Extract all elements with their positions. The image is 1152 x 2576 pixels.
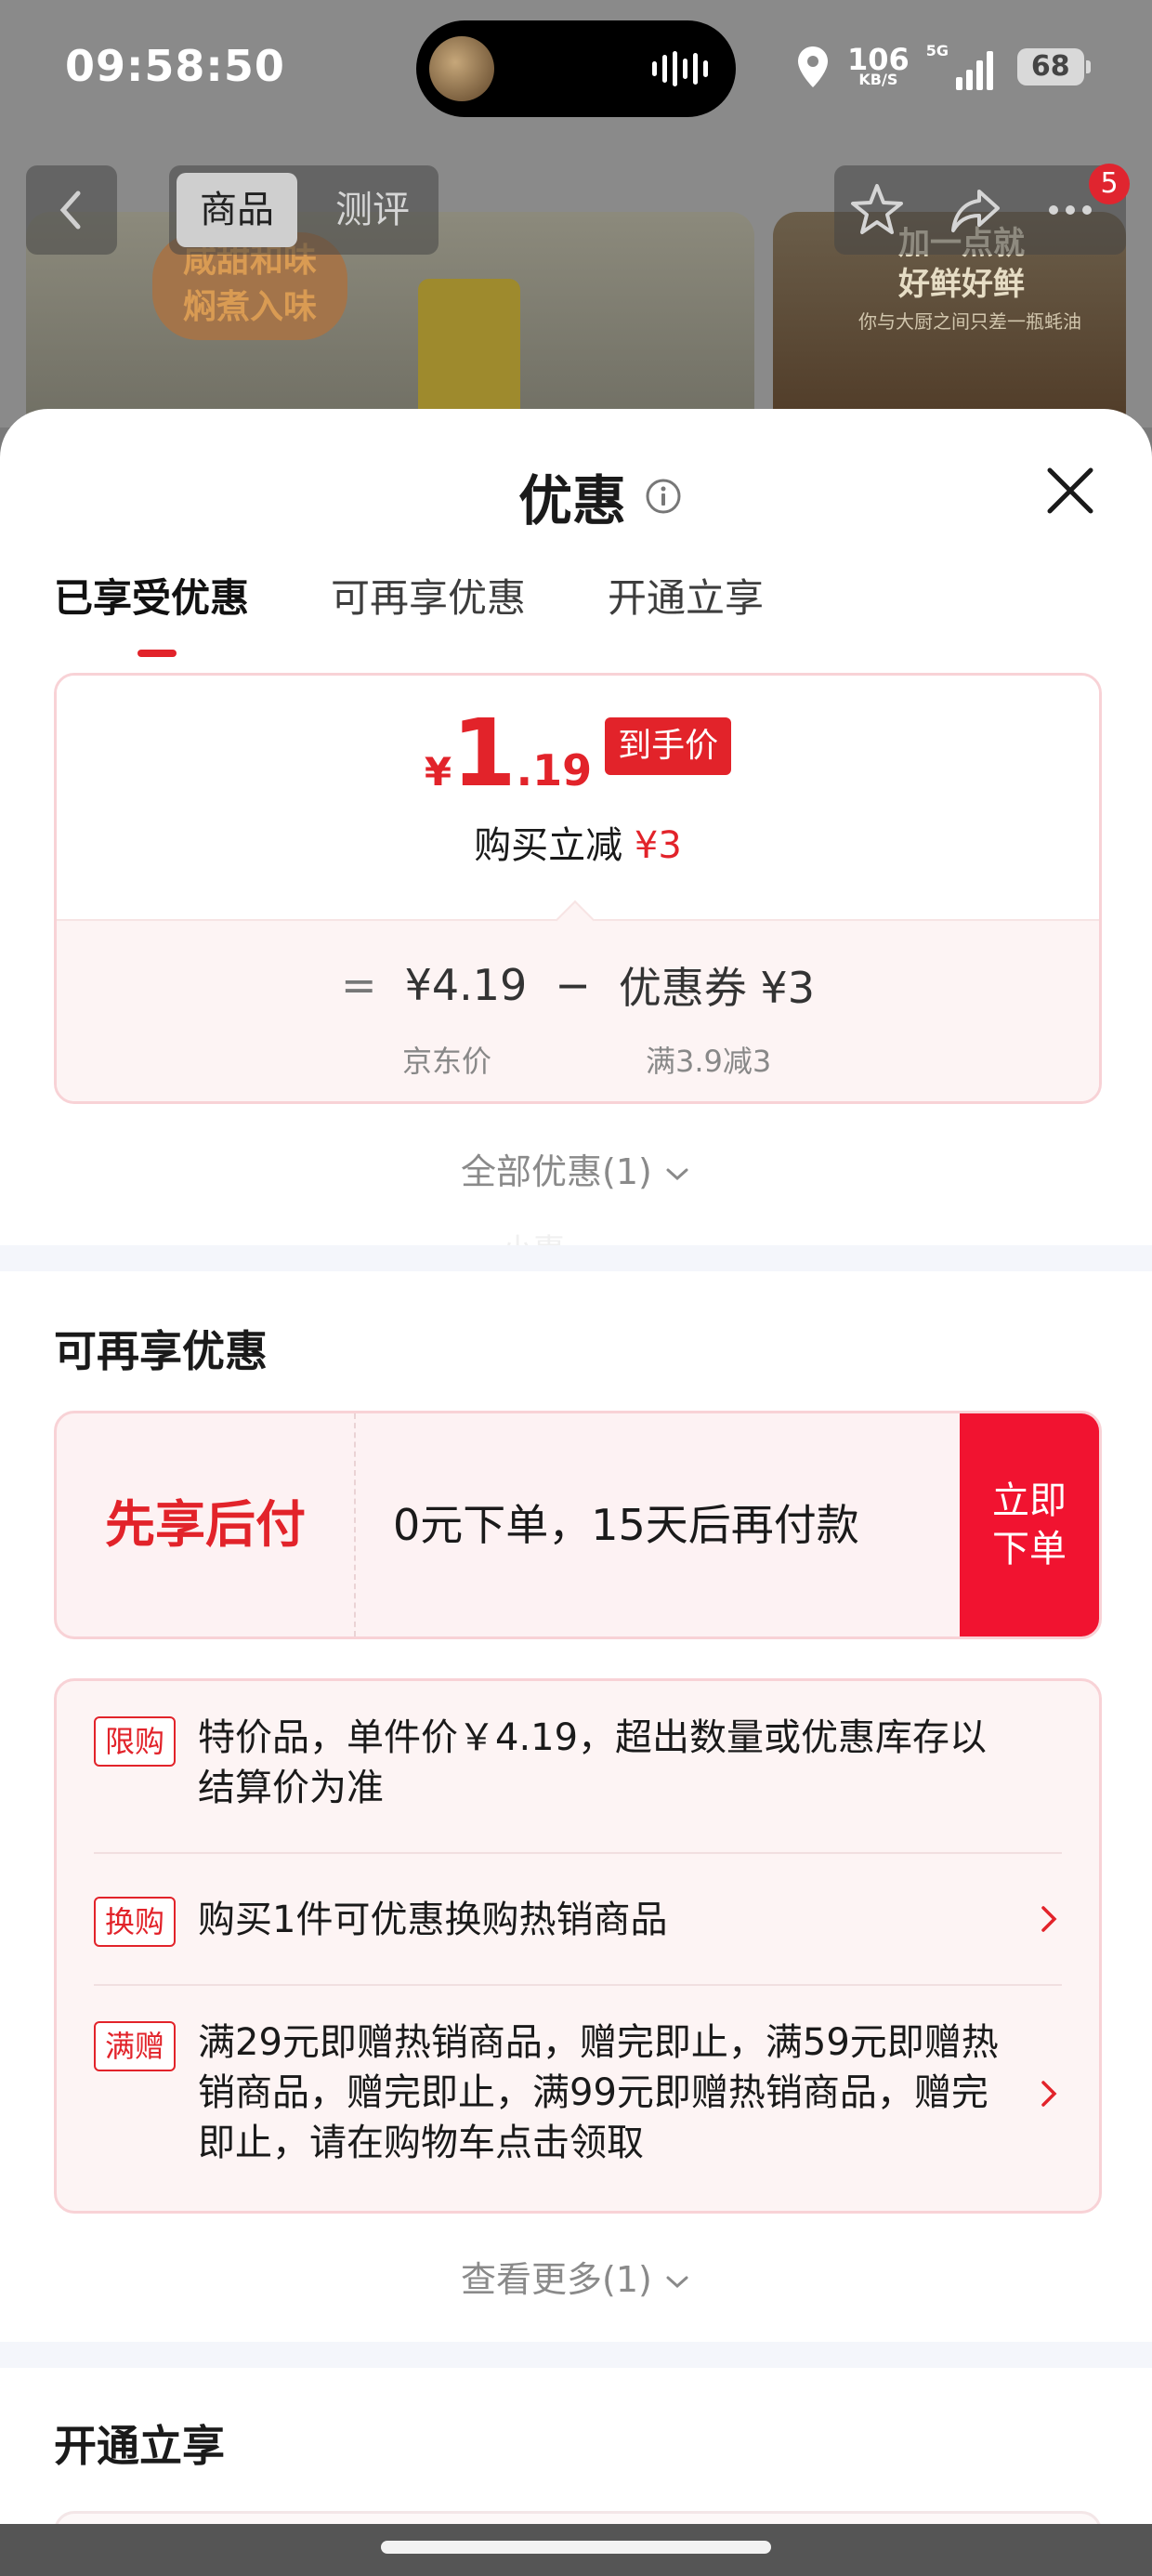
home-indicator[interactable]: [381, 2541, 771, 2554]
promo-tag: 限购: [94, 1716, 177, 1767]
save-line: 购买立减 ¥3: [57, 815, 1099, 869]
battery-icon: 68: [1016, 48, 1091, 85]
promo-row-exchange[interactable]: 换购 购买1件可优惠换购热销商品: [57, 1854, 1099, 1984]
open-offers-title: 开通立享: [54, 2421, 225, 2471]
section-divider: [0, 2342, 1152, 2368]
sheet-header: 优惠: [518, 457, 682, 535]
price-decimal: .19: [516, 745, 593, 795]
final-price: ¥ 1 .19 到手价: [57, 707, 1099, 800]
chevron-down-icon: [666, 2276, 688, 2288]
promotions-card: 限购 特价品，单件价￥4.19，超出数量或优惠库存以结算价为准 换购 购买1件可…: [54, 1678, 1102, 2214]
price-card: ¥ 1 .19 到手价 购买立减 ¥3 = ¥4.19 − 优惠券 ¥3 京东价…: [54, 673, 1102, 1104]
bnpl-title: 先享后付: [57, 1413, 356, 1636]
info-icon[interactable]: [645, 478, 682, 515]
save-amount: ¥3: [634, 824, 682, 867]
tab-review[interactable]: 测评: [321, 173, 424, 247]
back-button[interactable]: [26, 165, 117, 255]
final-price-tag: 到手价: [605, 717, 732, 775]
all-offers-link[interactable]: 全部优惠(1): [0, 1143, 1152, 1194]
signal-icon: 5G: [926, 42, 1001, 90]
bottle-image: [418, 279, 520, 427]
price-breakdown: = ¥4.19 − 优惠券 ¥3 京东价 满3.9减3: [57, 919, 1099, 1101]
offer-tabs: 已享受优惠 可再享优惠 开通立享: [54, 567, 764, 657]
nav-actions: [834, 165, 1126, 255]
coupon-condition: 满3.9减3: [646, 1044, 772, 1079]
price-formula: = ¥4.19 − 优惠券 ¥3: [57, 954, 1099, 1016]
chevron-left-icon: [59, 191, 81, 230]
bnpl-card: 先享后付 0元下单，15天后再付款 立即 下单: [54, 1411, 1102, 1639]
tab-product[interactable]: 商品: [177, 173, 297, 247]
jd-price: ¥4.19: [404, 960, 528, 1010]
section-divider: [0, 1245, 1152, 1271]
jd-price-label: 京东价: [402, 1044, 492, 1079]
promo-text: 满29元即赠热销商品，赠完即止，满59元即赠热销商品，赠完即止，满99元即赠热销…: [198, 2021, 999, 2164]
promo-text: 购买1件可优惠换购热销商品: [198, 1899, 668, 1941]
tab-enjoyed-offers[interactable]: 已享受优惠: [54, 567, 249, 657]
formula-minus: −: [555, 960, 591, 1010]
sheet-title: 优惠: [518, 469, 627, 532]
page-tabs: 商品 测评: [169, 165, 439, 255]
cart-badge: 5: [1089, 164, 1130, 204]
promo-row-limit: 限购 特价品，单件价￥4.19，超出数量或优惠库存以结算价为准: [57, 1681, 1099, 1852]
offers-sheet: 优惠 已享受优惠 可再享优惠 开通立享 ¥ 1 .19 到手价 购买立减 ¥3: [0, 409, 1152, 2576]
bnpl-description: 0元下单，15天后再付款: [393, 1500, 859, 1550]
network-speed: 106 KB/S: [847, 42, 910, 88]
more-offers-title: 可再享优惠: [54, 1326, 268, 1376]
promo-tag: 满赠: [94, 2021, 177, 2071]
location-icon: [798, 46, 828, 87]
status-time: 09:58:50: [65, 41, 285, 91]
price-currency: ¥: [424, 749, 452, 795]
chevron-right-icon: [1041, 1906, 1057, 1932]
chevron-right-icon: [1041, 2081, 1057, 2107]
dynamic-island: [416, 20, 736, 117]
promo-row-gift[interactable]: 满赠 满29元即赠热销商品，赠完即止，满59元即赠热销商品，赠完即止，满99元即…: [57, 1986, 1099, 2209]
order-now-button[interactable]: 立即 下单: [960, 1413, 1099, 1636]
see-more-link[interactable]: 查看更多(1): [0, 2251, 1152, 2302]
formula-equals: =: [341, 960, 377, 1010]
promo-text: 特价品，单件价￥4.19，超出数量或优惠库存以结算价为准: [198, 1716, 988, 1809]
music-avatar: [429, 36, 494, 101]
promo-tag: 换购: [94, 1897, 177, 1947]
tab-more-offers[interactable]: 可再享优惠: [331, 567, 526, 624]
share-icon[interactable]: [946, 180, 1005, 240]
banner-right-subtitle: 你与大厨之间只差一瓶蚝油: [858, 310, 1081, 333]
price-integer: 1: [452, 699, 517, 808]
star-icon[interactable]: [847, 180, 907, 240]
close-icon[interactable]: [1041, 461, 1100, 520]
save-text: 购买立减: [474, 824, 623, 867]
price-summary: ¥ 1 .19 到手价 购买立减 ¥3: [57, 676, 1099, 919]
tab-open-offers[interactable]: 开通立享: [608, 567, 764, 624]
audio-wave-icon: [652, 50, 708, 87]
chevron-down-icon: [666, 1168, 688, 1180]
status-icons: 106 KB/S 5G 68: [795, 39, 1091, 95]
coupon-amount: 优惠券 ¥3: [618, 963, 815, 1013]
